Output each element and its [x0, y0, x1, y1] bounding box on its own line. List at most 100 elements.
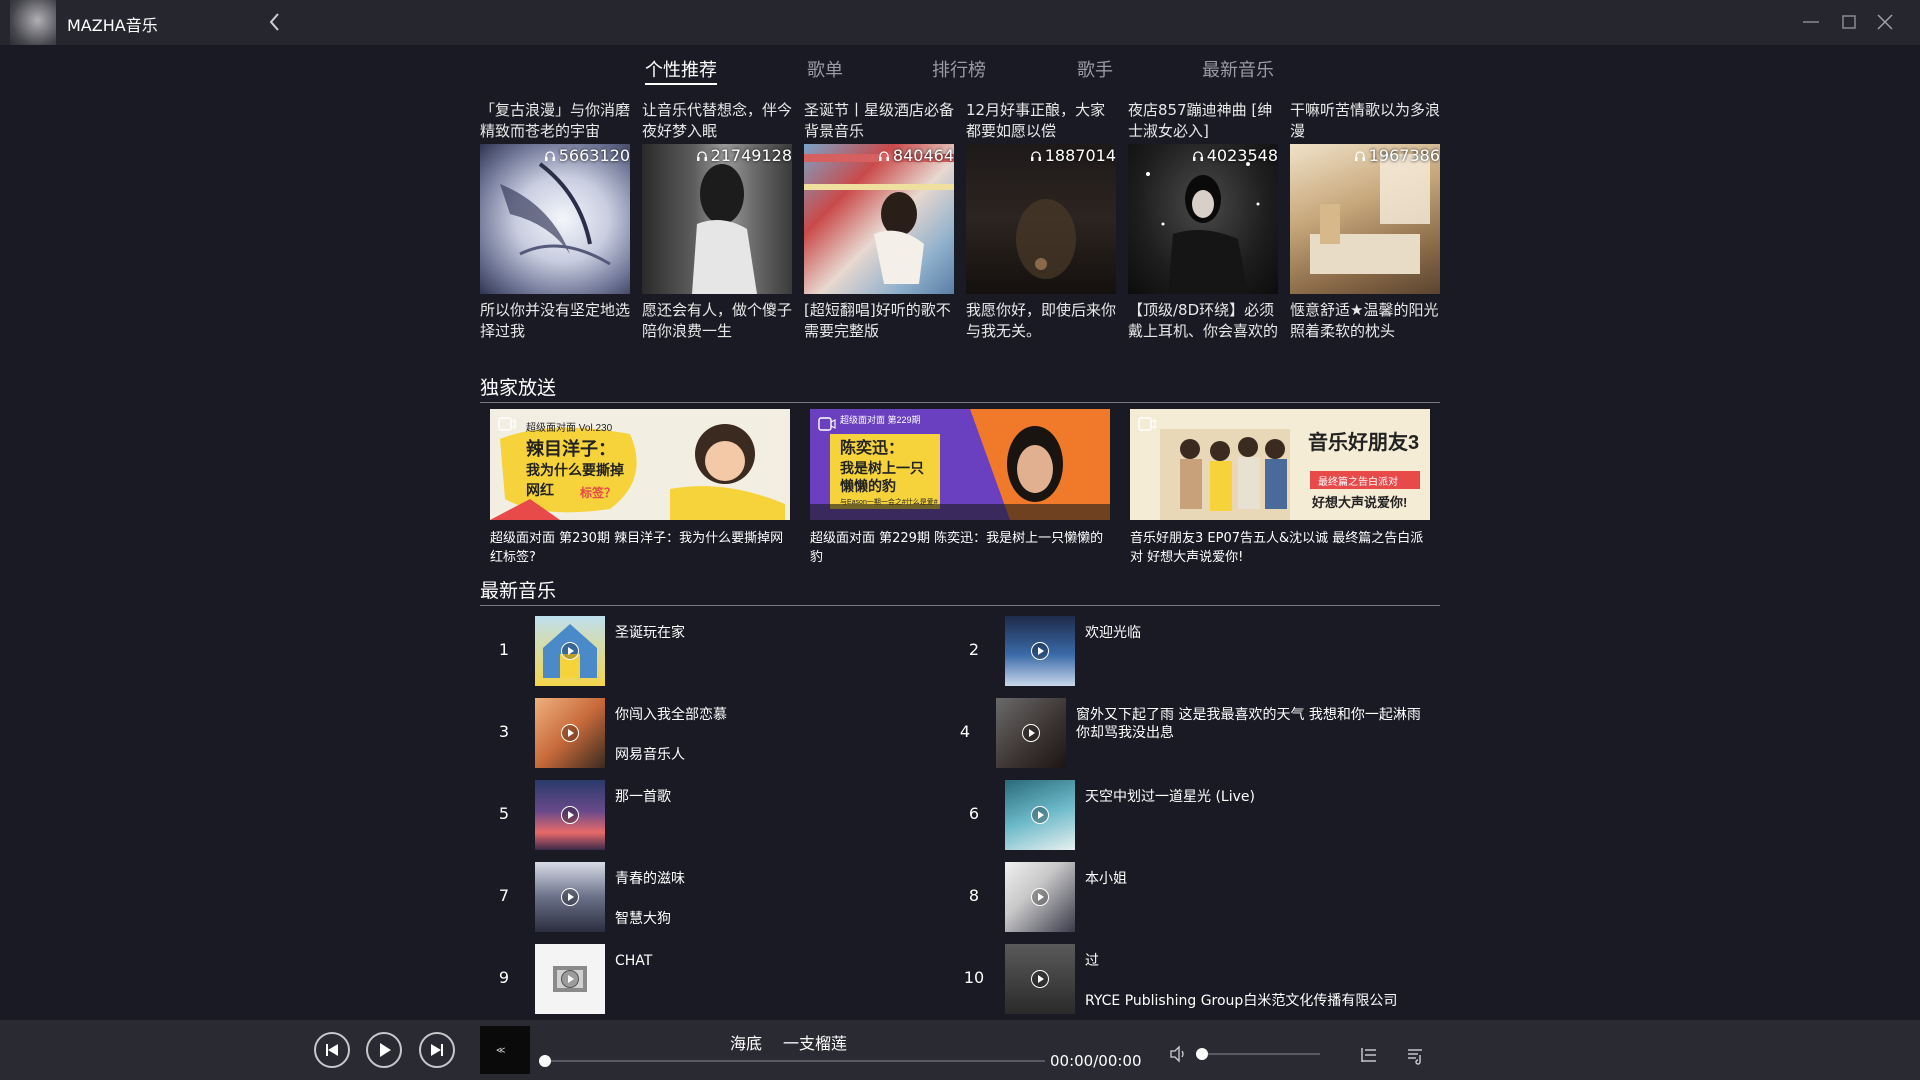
play-count-value: 21749128	[710, 146, 792, 165]
headphone-icon	[1192, 150, 1203, 161]
app-avatar[interactable]	[10, 0, 56, 45]
tab-charts[interactable]: 排行榜	[932, 56, 986, 82]
volume-icon[interactable]	[1168, 1044, 1188, 1064]
song-index: 3	[498, 722, 510, 741]
play-mode-icon[interactable]	[1359, 1045, 1379, 1065]
song-item[interactable]: 9 CHAT	[489, 944, 929, 1014]
play-icon[interactable]	[1031, 888, 1049, 906]
maximize-icon[interactable]	[1835, 8, 1863, 36]
exclusive-cover[interactable]: 超级面对面 第229期 陈奕迅： 我是树上一只 懒懒的豹 与Eason一期一会之…	[810, 409, 1110, 520]
song-item[interactable]: 6 天空中划过一道星光 (Live)	[959, 780, 1399, 850]
play-icon[interactable]	[1031, 806, 1049, 824]
exclusive-cover[interactable]: 音乐好朋友3 最终篇之告白派对 好想大声说爱你!	[1130, 409, 1430, 520]
song-item[interactable]: 10 过 RYCE Publishing Group白米范文化传播有限公司	[959, 944, 1399, 1014]
tab-new-music[interactable]: 最新音乐	[1202, 56, 1274, 82]
exclusive-title[interactable]: 音乐好朋友3 EP07告五人&沈以诚 最终篇之告白派对 好想大声说爱你!	[1130, 529, 1430, 567]
now-playing-cover[interactable]: ≪	[480, 1026, 530, 1074]
cover-text: 最终篇之告白派对	[1318, 475, 1398, 488]
play-icon[interactable]	[1031, 970, 1049, 988]
previous-track-icon[interactable]	[313, 1031, 351, 1069]
song-index: 1	[498, 640, 510, 659]
play-count: 4023548	[1192, 146, 1278, 165]
playlist-subtitle: [超短翻唱]好听的歌不需要完整版	[804, 301, 951, 340]
tab-artists[interactable]: 歌手	[1077, 56, 1113, 82]
play-count: 21749128	[696, 146, 792, 165]
minimize-icon[interactable]	[1797, 8, 1825, 36]
play-count: 1887014	[1030, 146, 1116, 165]
video-icon	[818, 417, 836, 431]
main-tabs: 个性推荐 歌单 排行榜 歌手 最新音乐	[0, 56, 1920, 86]
close-icon[interactable]	[1871, 8, 1899, 36]
cover-text: 超级面对面 第229期	[840, 414, 921, 425]
playlist-cover[interactable]: 4023548	[1128, 144, 1278, 294]
song-title: 本小姐	[1085, 871, 1127, 887]
progress-track[interactable]	[545, 1060, 1045, 1062]
cover-text: 音乐好朋友3	[1308, 430, 1419, 454]
song-item[interactable]: 7 青春的滋味 智慧大狗	[489, 862, 929, 932]
song-cover[interactable]	[1005, 780, 1075, 850]
next-track-icon[interactable]	[418, 1031, 456, 1069]
volume-track[interactable]	[1202, 1053, 1320, 1055]
song-cover[interactable]	[1005, 616, 1075, 686]
song-cover[interactable]	[535, 698, 605, 768]
song-cover[interactable]	[535, 862, 605, 932]
song-index: 5	[498, 804, 510, 823]
song-item[interactable]: 2 欢迎光临	[959, 616, 1399, 686]
volume-handle[interactable]	[1196, 1048, 1208, 1060]
song-cover[interactable]	[996, 698, 1066, 768]
song-title: 你闯入我全部恋慕	[615, 707, 727, 723]
exclusive-title[interactable]: 超级面对面 第230期 辣目洋子：我为什么要撕掉网红标签?	[490, 529, 790, 567]
song-title: 窗外又下起了雨 这是我最喜欢的天气 我想和你一起淋雨 你却骂我没出息	[1076, 707, 1421, 741]
play-count-value: 4023548	[1206, 146, 1278, 165]
exclusive-card[interactable]: 超级面对面 第229期 陈奕迅： 我是树上一只 懒懒的豹 与Eason一期一会之…	[810, 409, 1110, 565]
exclusive-card[interactable]: 超级面对面 Vol.230 辣目洋子： 我为什么要撕掉 网红 标签？ 超级面对面…	[490, 409, 790, 565]
play-icon[interactable]	[561, 806, 579, 824]
exclusive-card[interactable]: 音乐好朋友3 最终篇之告白派对 好想大声说爱你! 音乐好朋友3 EP07告五人&…	[1130, 409, 1430, 565]
section-title-exclusive: 独家放送	[480, 373, 1440, 403]
playlist-queue-icon[interactable]	[1405, 1045, 1425, 1065]
playlist-cover[interactable]: 1967386	[1290, 144, 1440, 294]
play-count: 5663120	[544, 146, 630, 165]
playlist-cover[interactable]: 840464	[804, 144, 954, 294]
tab-playlists[interactable]: 歌单	[807, 56, 843, 82]
playlist-cover[interactable]: 21749128	[642, 144, 792, 294]
play-icon[interactable]	[1022, 724, 1040, 742]
playlist-subtitle: 愿还会有人，做个傻子陪你浪费一生	[642, 301, 793, 340]
play-count-value: 1967386	[1368, 146, 1440, 165]
play-icon[interactable]	[561, 970, 579, 988]
playlist-cover[interactable]: 5663120	[480, 144, 630, 294]
cover-text: 超级面对面 Vol.230	[526, 421, 613, 434]
play-icon[interactable]	[561, 888, 579, 906]
song-item[interactable]: 3 你闯入我全部恋慕 网易音乐人	[489, 698, 929, 768]
exclusive-cover[interactable]: 超级面对面 Vol.230 辣目洋子： 我为什么要撕掉 网红 标签？	[490, 409, 790, 520]
play-icon[interactable]	[561, 724, 579, 742]
progress-handle[interactable]	[539, 1055, 551, 1067]
back-arrow-icon[interactable]	[263, 10, 287, 34]
song-item[interactable]: 1 圣诞玩在家	[489, 616, 929, 686]
play-icon[interactable]	[365, 1031, 403, 1069]
playlist-cover[interactable]: 1887014	[966, 144, 1116, 294]
song-cover[interactable]	[535, 780, 605, 850]
song-index: 4	[959, 722, 971, 741]
now-playing-artist[interactable]: 一支榴莲	[783, 1030, 847, 1054]
play-icon[interactable]	[1031, 642, 1049, 660]
tab-recommend[interactable]: 个性推荐	[645, 56, 717, 82]
anime-figure-icon	[500, 162, 611, 266]
exclusive-title[interactable]: 超级面对面 第229期 陈奕迅：我是树上一只懒懒的豹	[810, 529, 1110, 567]
song-item[interactable]: 4 窗外又下起了雨 这是我最喜欢的天气 我想和你一起淋雨 你却骂我没出息	[950, 698, 1421, 768]
song-item[interactable]: 8 本小姐	[959, 862, 1399, 932]
song-title: 过	[1085, 953, 1099, 969]
cover-text: 辣目洋子：	[526, 438, 616, 459]
song-cover[interactable]	[535, 616, 605, 686]
song-cover[interactable]	[1005, 862, 1075, 932]
tab-active-underline	[645, 83, 717, 85]
song-title: 天空中划过一道星光 (Live)	[1085, 789, 1255, 805]
song-item[interactable]: 5 那一首歌	[489, 780, 929, 850]
play-count-value: 840464	[892, 146, 954, 165]
now-playing-title[interactable]: 海底	[730, 1030, 762, 1054]
song-cover[interactable]	[535, 944, 605, 1014]
song-index: 9	[498, 968, 510, 987]
play-icon[interactable]	[561, 642, 579, 660]
song-cover[interactable]	[1005, 944, 1075, 1014]
video-icon	[1138, 417, 1156, 431]
